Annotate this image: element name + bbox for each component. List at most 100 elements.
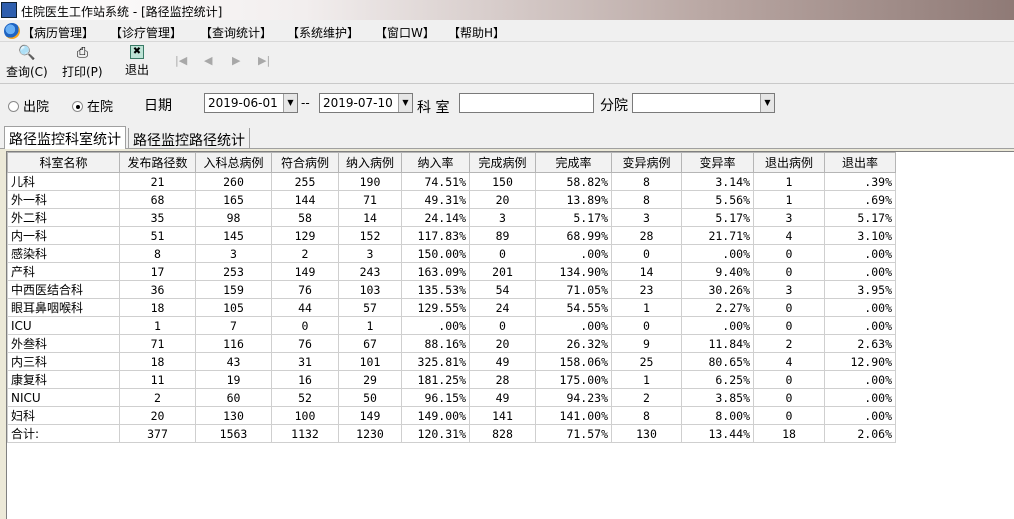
table-cell[interactable]: 36 (119, 280, 196, 299)
table-cell[interactable]: 100 (271, 406, 339, 425)
table-cell[interactable]: 150.00% (401, 244, 470, 263)
table-cell[interactable]: .00% (401, 316, 470, 335)
table-cell[interactable]: 8 (611, 406, 682, 425)
table-cell[interactable]: 117.83% (401, 226, 470, 245)
table-cell[interactable]: 165 (195, 190, 272, 209)
table-cell[interactable]: 149 (338, 406, 402, 425)
table-cell[interactable]: .00% (535, 316, 612, 335)
table-cell[interactable]: 0 (753, 370, 825, 389)
table-cell[interactable]: 43 (195, 352, 272, 371)
table-cell[interactable]: 1 (753, 190, 825, 209)
table-cell[interactable]: .00% (824, 244, 896, 263)
table-row[interactable]: 外一科 68 165 144 71 49.31% 20 13.89% 8 5.56% 1.69% (7, 190, 896, 209)
column-header[interactable]: 纳入病例 (338, 152, 402, 173)
exit-button[interactable]: ✖ 退出 (125, 45, 149, 78)
table-cell[interactable]: 130 (195, 406, 272, 425)
table-cell[interactable]: 18 (119, 352, 196, 371)
table-row[interactable]: 内三科 18 43 31 101 325.81% 49 158.06% 25 80.65% 4 12.… (7, 352, 896, 371)
table-row[interactable]: 产科 17 253 149 243 163.09% 201 134.90% 14 9.40% 0.0… (7, 262, 896, 281)
table-cell[interactable]: 35 (119, 208, 196, 227)
table-cell[interactable]: 201 (469, 262, 536, 281)
table-cell[interactable]: 141 (469, 406, 536, 425)
table-row[interactable]: 内一科 51 145 129 152 117.83% 89 68.99% 28 21.71% 4 3.… (7, 226, 896, 245)
table-cell[interactable]: 30.26% (681, 280, 754, 299)
table-cell[interactable]: 1 (119, 316, 196, 335)
table-cell[interactable]: 1 (338, 316, 402, 335)
table-cell[interactable]: 103 (338, 280, 402, 299)
column-header[interactable]: 科室名称 (7, 152, 120, 173)
table-cell[interactable]: 255 (271, 172, 339, 191)
table-cell[interactable]: 19 (195, 370, 272, 389)
table-cell[interactable]: 24.14% (401, 208, 470, 227)
table-cell[interactable]: 96.15% (401, 388, 470, 407)
table-cell[interactable]: 3 (611, 208, 682, 227)
table-cell[interactable]: 内三科 (7, 352, 120, 371)
table-cell[interactable]: 181.25% (401, 370, 470, 389)
print-button[interactable]: ⎙ 打印(P) (62, 45, 103, 80)
table-cell[interactable]: 68.99% (535, 226, 612, 245)
table-cell[interactable]: 60 (195, 388, 272, 407)
table-cell[interactable]: 产科 (7, 262, 120, 281)
table-cell[interactable]: 0 (753, 388, 825, 407)
table-row[interactable]: 外叁科 71 116 76 67 88.16% 20 26.32% 9 11.84% 2 2.63% (7, 334, 896, 353)
table-cell[interactable]: 260 (195, 172, 272, 191)
table-cell[interactable]: 141.00% (535, 406, 612, 425)
table-cell[interactable]: 1 (753, 172, 825, 191)
column-header[interactable]: 完成率 (535, 152, 612, 173)
table-cell[interactable]: 7 (195, 316, 272, 335)
prev-record-icon[interactable]: ◀ (204, 54, 212, 67)
table-cell[interactable]: 68 (119, 190, 196, 209)
table-cell[interactable]: 0 (753, 262, 825, 281)
table-cell[interactable]: 0 (469, 244, 536, 263)
table-cell[interactable]: 20 (119, 406, 196, 425)
date-from-picker[interactable]: 2019-06-01 ▼ (204, 93, 298, 113)
table-cell[interactable]: 8 (611, 190, 682, 209)
radio-inpatient[interactable]: 在院 (72, 96, 113, 115)
table-cell[interactable]: 828 (469, 424, 536, 443)
table-cell[interactable]: 29 (338, 370, 402, 389)
table-cell[interactable]: 儿科 (7, 172, 120, 191)
table-row[interactable]: 中西医结合科 36 159 76 103 135.53% 54 71.05% 23 30.26% 3… (7, 280, 896, 299)
table-cell[interactable]: .00% (681, 244, 754, 263)
table-cell[interactable]: 88.16% (401, 334, 470, 353)
chevron-down-icon[interactable]: ▼ (283, 94, 297, 112)
table-cell[interactable]: NICU (7, 388, 120, 407)
table-cell[interactable]: 14 (338, 208, 402, 227)
table-cell[interactable]: 中西医结合科 (7, 280, 120, 299)
table-cell[interactable]: 8.00% (681, 406, 754, 425)
table-cell[interactable]: 144 (271, 190, 339, 209)
table-cell[interactable]: 康复科 (7, 370, 120, 389)
table-cell[interactable]: .69% (824, 190, 896, 209)
table-cell[interactable]: 135.53% (401, 280, 470, 299)
table-cell[interactable]: 2.27% (681, 298, 754, 317)
table-cell[interactable]: 4 (753, 352, 825, 371)
table-cell[interactable]: .00% (824, 388, 896, 407)
table-cell[interactable]: 0 (611, 316, 682, 335)
table-cell[interactable]: 152 (338, 226, 402, 245)
table-cell[interactable]: 58 (271, 208, 339, 227)
table-cell[interactable]: 377 (119, 424, 196, 443)
table-cell[interactable]: 18 (119, 298, 196, 317)
table-cell[interactable]: 50 (338, 388, 402, 407)
chevron-down-icon[interactable]: ▼ (398, 94, 412, 112)
table-cell[interactable]: 3 (469, 208, 536, 227)
table-cell[interactable]: 3.14% (681, 172, 754, 191)
table-cell[interactable]: .00% (681, 316, 754, 335)
table-cell[interactable]: 5.17% (824, 208, 896, 227)
table-cell[interactable]: 159 (195, 280, 272, 299)
table-cell[interactable]: 49 (469, 352, 536, 371)
table-cell[interactable]: 74.51% (401, 172, 470, 191)
table-cell[interactable]: 101 (338, 352, 402, 371)
column-header[interactable]: 退出病例 (753, 152, 825, 173)
table-cell[interactable]: 23 (611, 280, 682, 299)
table-cell[interactable]: 129.55% (401, 298, 470, 317)
menu-system[interactable]: 【系统维护】 (287, 24, 359, 41)
table-cell[interactable]: 58.82% (535, 172, 612, 191)
table-cell[interactable]: 49 (469, 388, 536, 407)
table-cell[interactable]: 145 (195, 226, 272, 245)
table-cell[interactable]: 8 (611, 172, 682, 191)
column-header[interactable]: 变异病例 (611, 152, 682, 173)
branch-select[interactable]: ▼ (632, 93, 775, 113)
table-cell[interactable]: 76 (271, 280, 339, 299)
table-cell[interactable]: 25 (611, 352, 682, 371)
